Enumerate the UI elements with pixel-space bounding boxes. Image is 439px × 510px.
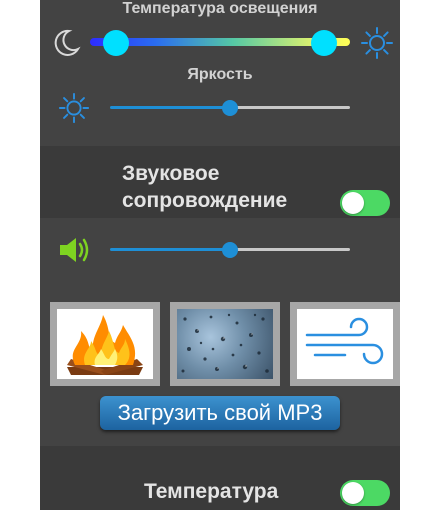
sound-toggle-thumb: [342, 192, 364, 214]
sun-icon: [361, 27, 393, 59]
speaker-icon: [60, 238, 89, 262]
brightness-knob[interactable]: [222, 100, 238, 116]
volume-knob[interactable]: [222, 242, 238, 258]
upload-mp3-button[interactable]: Загрузить свой MP3: [100, 396, 340, 430]
sound-panel: Загрузить свой MP3: [40, 218, 400, 446]
temperature-section-title: Температура: [144, 480, 279, 503]
color-temperature-low-knob[interactable]: [103, 30, 129, 56]
sound-preset-fire[interactable]: [50, 302, 160, 386]
lighting-panel: Температура освещения Яркость: [40, 0, 400, 146]
sound-preset-wind[interactable]: [290, 302, 400, 386]
sound-preset-rain[interactable]: [170, 302, 280, 386]
sound-toggle[interactable]: [340, 190, 390, 216]
wind-icon: [305, 317, 384, 365]
temperature-toggle[interactable]: [340, 480, 390, 506]
volume-slider[interactable]: [110, 242, 350, 258]
moon-icon: [54, 29, 81, 56]
temperature-toggle-thumb: [342, 482, 364, 504]
color-temperature-label: Температура освещения: [122, 0, 318, 17]
brightness-slider[interactable]: [110, 100, 350, 116]
brightness-label: Яркость: [187, 66, 253, 83]
sound-section-header: Звуковое сопровождение: [40, 146, 400, 218]
fire-icon: [67, 315, 143, 375]
rain-icon: [181, 313, 269, 373]
sound-section-title: Звуковое сопровождение: [122, 162, 288, 212]
temperature-section-header: Температура: [40, 446, 400, 510]
brightness-icon: [58, 92, 90, 124]
color-temperature-high-knob[interactable]: [311, 30, 337, 56]
